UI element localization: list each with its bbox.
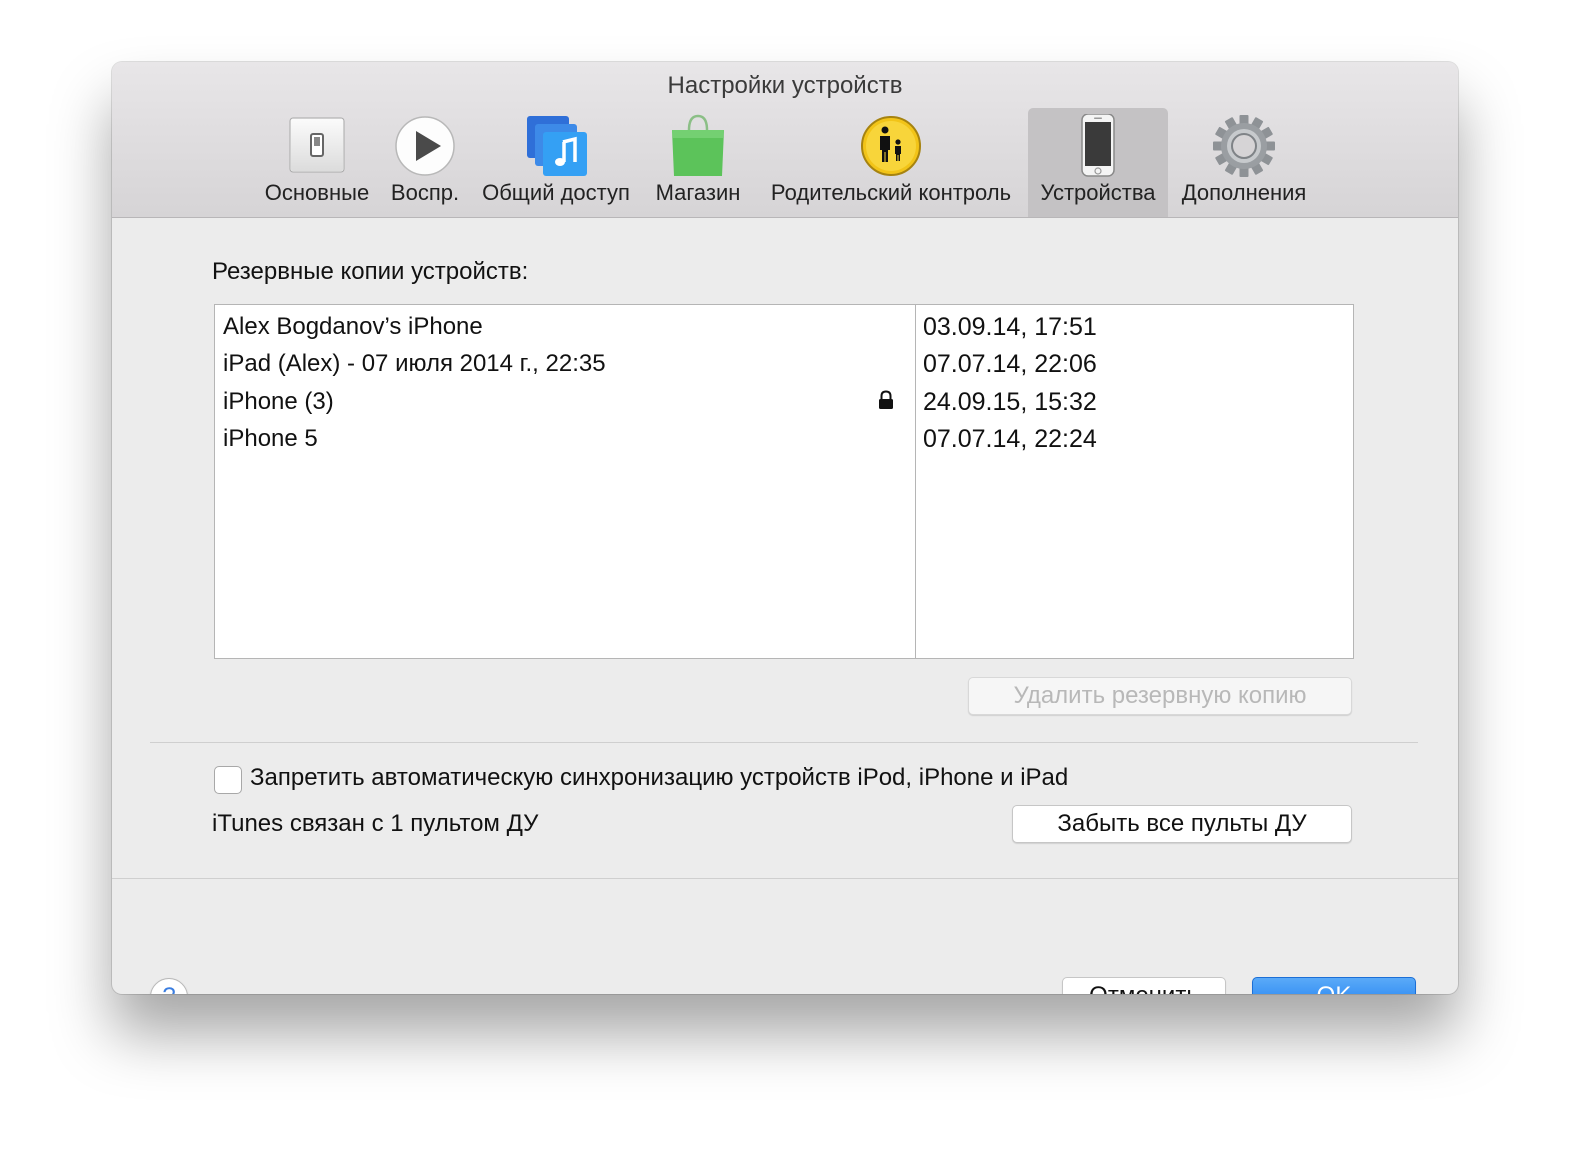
- backup-date: 03.09.14, 17:51: [923, 313, 1097, 341]
- tab-devices[interactable]: Устройства: [1028, 108, 1168, 217]
- tab-advanced[interactable]: Дополнения: [1174, 108, 1314, 217]
- music-sharing-icon: [527, 116, 587, 176]
- ok-button[interactable]: OK: [1252, 977, 1416, 994]
- backups-table[interactable]: Alex Bogdanov’s iPhone 03.09.14, 17:51 i…: [214, 304, 1354, 659]
- tab-label: Магазин: [655, 180, 741, 205]
- footer-divider: [112, 878, 1458, 879]
- backup-name: Alex Bogdanov’s iPhone: [223, 313, 483, 340]
- tab-parental-control[interactable]: Родительский контроль: [758, 108, 1024, 217]
- table-row[interactable]: iPhone (3) 24.09.15, 15:32: [215, 382, 1353, 419]
- tab-store[interactable]: Магазин: [646, 108, 750, 217]
- backup-name: iPad (Alex) - 07 июля 2014 г., 22:35: [223, 350, 606, 377]
- table-row[interactable]: iPhone 5 07.07.14, 22:24: [215, 419, 1353, 456]
- tab-general[interactable]: Основные: [258, 108, 376, 217]
- cancel-button[interactable]: Отменить: [1062, 977, 1226, 994]
- forget-remotes-button[interactable]: Забыть все пульты ДУ: [1012, 805, 1352, 843]
- tab-label: Устройства: [1040, 180, 1156, 205]
- preferences-window: Настройки устройств Основные Воспр. Общи…: [112, 62, 1458, 994]
- tab-label: Дополнения: [1181, 180, 1307, 205]
- parental-control-icon: [861, 116, 921, 176]
- play-icon: [395, 116, 455, 176]
- tab-label: Основные: [264, 180, 370, 205]
- help-button[interactable]: ?: [150, 978, 188, 994]
- backup-date: 24.09.15, 15:32: [923, 388, 1097, 416]
- toolbar: Основные Воспр. Общий доступ Магазин Род…: [112, 108, 1458, 217]
- titlebar: Настройки устройств Основные Воспр. Общи…: [112, 62, 1458, 218]
- table-row[interactable]: iPad (Alex) - 07 июля 2014 г., 22:35 07.…: [215, 344, 1353, 381]
- remotes-status: iTunes связан с 1 пультом ДУ: [212, 810, 539, 837]
- tab-playback[interactable]: Воспр.: [382, 108, 468, 217]
- tab-label: Родительский контроль: [770, 180, 1012, 205]
- backup-name: iPhone (3): [223, 388, 334, 415]
- lock-icon: [879, 390, 893, 409]
- prevent-sync-checkbox[interactable]: [214, 766, 242, 794]
- table-row[interactable]: Alex Bogdanov’s iPhone 03.09.14, 17:51: [215, 307, 1353, 344]
- gear-icon: [1213, 115, 1275, 177]
- prevent-sync-label: Запретить автоматическую синхронизацию у…: [250, 764, 1069, 791]
- iphone-icon: [1081, 114, 1115, 177]
- backups-label: Резервные копии устройств:: [212, 258, 529, 285]
- switch-icon: [289, 117, 345, 173]
- tab-label: Общий доступ: [482, 180, 630, 205]
- tab-sharing[interactable]: Общий доступ: [476, 108, 636, 217]
- delete-backup-button[interactable]: Удалить резервную копию: [968, 677, 1352, 715]
- devices-pane: Резервные копии устройств: Alex Bogdanov…: [112, 218, 1458, 994]
- backup-date: 07.07.14, 22:24: [923, 425, 1097, 453]
- window-title: Настройки устройств: [667, 72, 903, 99]
- backup-name: iPhone 5: [223, 425, 318, 452]
- section-divider: [150, 742, 1418, 743]
- backup-date: 07.07.14, 22:06: [923, 350, 1097, 378]
- store-bag-icon: [672, 114, 724, 176]
- tab-label: Воспр.: [390, 180, 460, 205]
